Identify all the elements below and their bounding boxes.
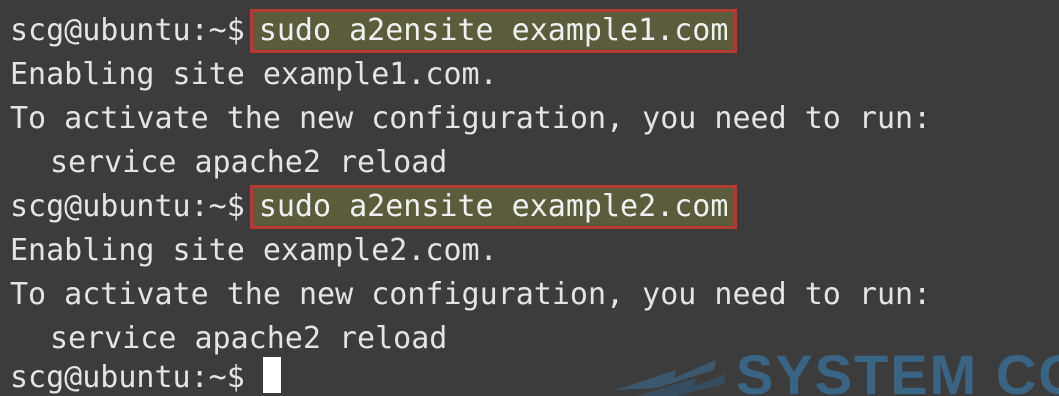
terminal-line-output: Enabling site example2.com. — [10, 233, 498, 268]
terminal-line-output: service apache2 reload — [50, 321, 448, 356]
terminal-line-output: To activate the new configuration, you n… — [10, 277, 932, 312]
shell-prompt: scg@ubuntu:~$ — [10, 189, 245, 224]
terminal-window[interactable]: scg@ubuntu:~$ sudo a2ensite example1.com … — [0, 0, 1059, 396]
shell-prompt: scg@ubuntu:~$ — [10, 360, 245, 395]
watermark-logo: SYSTEM CODE — [596, 340, 1059, 396]
terminal-input-line[interactable]: scg@ubuntu:~$ — [10, 356, 281, 396]
highlighted-command: sudo a2ensite example1.com — [249, 9, 738, 53]
terminal-line-output: Enabling site example1.com. — [10, 57, 498, 92]
highlighted-command: sudo a2ensite example2.com — [249, 185, 738, 229]
watermark-text: SYSTEM CODE — [736, 343, 1059, 396]
watermark-arrows-icon — [616, 360, 726, 396]
terminal-line-command: scg@ubuntu:~$ sudo a2ensite example1.com — [10, 9, 738, 53]
terminal-line-output: To activate the new configuration, you n… — [10, 101, 932, 136]
terminal-line-command: scg@ubuntu:~$ sudo a2ensite example2.com — [10, 185, 738, 229]
text-cursor — [262, 357, 281, 393]
shell-prompt: scg@ubuntu:~$ — [10, 13, 245, 48]
terminal-line-output: service apache2 reload — [50, 145, 448, 180]
